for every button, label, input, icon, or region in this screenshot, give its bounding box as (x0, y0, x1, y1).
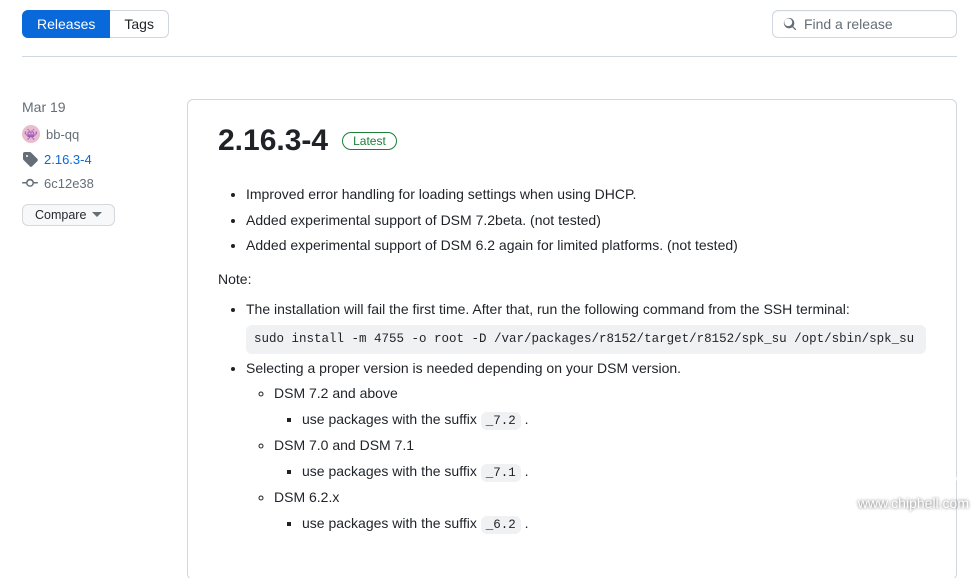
dsm-label: DSM 6.2.x (274, 489, 339, 505)
dsm-label: DSM 7.2 and above (274, 385, 398, 401)
compare-button[interactable]: Compare (22, 204, 115, 226)
list-item: Added experimental support of DSM 7.2bet… (246, 210, 926, 232)
list-item: Selecting a proper version is needed dep… (246, 358, 926, 536)
watermark-logo-icon (879, 442, 969, 492)
release-box: 2.16.3-4 Latest Improved error handling … (187, 99, 957, 578)
suffix-code: _6.2 (481, 516, 521, 534)
install-command: sudo install -m 4755 -o root -D /var/pac… (246, 325, 926, 354)
title-row: 2.16.3-4 Latest (218, 124, 926, 158)
list-item: DSM 6.2.x use packages with the suffix _… (274, 487, 926, 535)
install-note-text: The installation will fail the first tim… (246, 301, 850, 317)
main-area: Mar 19 👾 bb-qq 2.16.3-4 6c12e38 Compare … (22, 99, 957, 578)
top-bar: Releases Tags (22, 10, 957, 57)
list-item: Improved error handling for loading sett… (246, 184, 926, 206)
notes-list: The installation will fail the first tim… (218, 299, 926, 535)
suffix-code: _7.1 (481, 464, 521, 482)
list-item: use packages with the suffix _6.2 . (302, 513, 926, 535)
release-body: Improved error handling for loading sett… (218, 184, 926, 535)
list-item: DSM 7.2 and above use packages with the … (274, 383, 926, 431)
release-sidebar: Mar 19 👾 bb-qq 2.16.3-4 6c12e38 Compare (22, 99, 187, 578)
search-icon (783, 16, 797, 32)
search-input[interactable] (804, 16, 946, 32)
tab-group: Releases Tags (22, 10, 169, 38)
author-link[interactable]: bb-qq (46, 127, 79, 142)
list-item: use packages with the suffix _7.1 . (302, 461, 926, 483)
tag-link[interactable]: 2.16.3-4 (44, 152, 92, 167)
note-label: Note: (218, 271, 926, 287)
suffix-code: _7.2 (481, 412, 521, 430)
list-item: DSM 7.0 and DSM 7.1 use packages with th… (274, 435, 926, 483)
caret-down-icon (92, 212, 102, 218)
compare-label: Compare (35, 208, 86, 222)
commit-row[interactable]: 6c12e38 (22, 175, 177, 191)
tag-row[interactable]: 2.16.3-4 (22, 151, 177, 167)
list-item: The installation will fail the first tim… (246, 299, 926, 353)
avatar: 👾 (22, 125, 40, 143)
author-row[interactable]: 👾 bb-qq (22, 125, 177, 143)
watermark: www.chiphell.com (858, 442, 969, 511)
watermark-url: www.chiphell.com (858, 495, 969, 511)
release-date: Mar 19 (22, 99, 177, 115)
version-list: DSM 7.2 and above use packages with the … (246, 383, 926, 535)
release-title: 2.16.3-4 (218, 124, 328, 158)
list-item: Added experimental support of DSM 6.2 ag… (246, 235, 926, 257)
commit-icon (22, 175, 38, 191)
select-note-text: Selecting a proper version is needed dep… (246, 360, 681, 376)
commit-sha: 6c12e38 (44, 176, 94, 191)
list-item: use packages with the suffix _7.2 . (302, 409, 926, 431)
latest-badge: Latest (342, 132, 397, 150)
tag-icon (22, 151, 38, 167)
tab-releases[interactable]: Releases (22, 10, 110, 38)
dsm-label: DSM 7.0 and DSM 7.1 (274, 437, 414, 453)
search-field[interactable] (772, 10, 957, 38)
changes-list: Improved error handling for loading sett… (218, 184, 926, 257)
tab-tags[interactable]: Tags (110, 10, 169, 38)
